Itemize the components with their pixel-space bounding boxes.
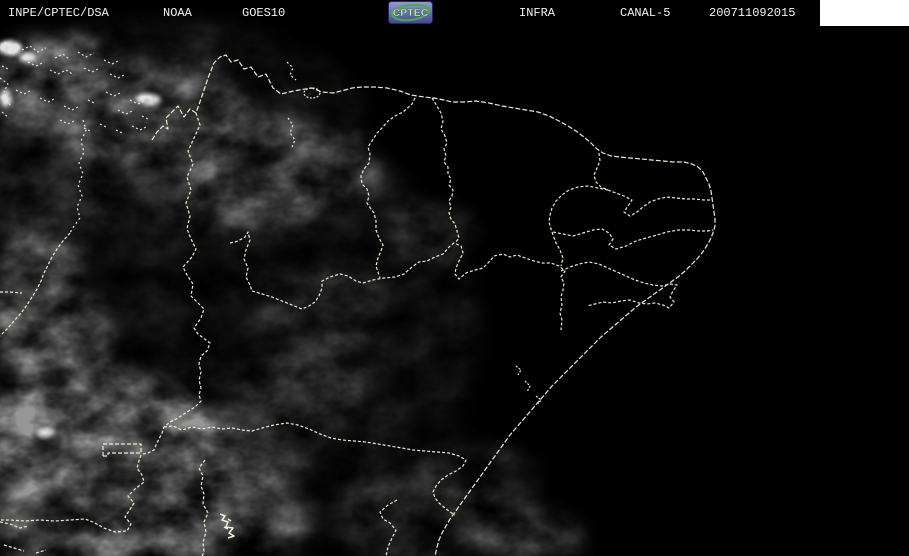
header-channel-label: CANAL-5 (620, 6, 671, 20)
cptec-logo: CPTEC (388, 1, 433, 24)
header-org-label: INPE/CPTEC/DSA (8, 6, 109, 20)
blank-overlay-patch (820, 0, 909, 26)
header-datetime-label: 200711092015 (709, 6, 796, 20)
header-satellite-label: GOES10 (242, 6, 286, 20)
header-band-label: INFRA (519, 6, 556, 20)
header-agency-label: NOAA (163, 6, 192, 20)
satellite-image-viewer: INPE/CPTEC/DSA NOAA GOES10 INFRA CANAL-5… (0, 0, 909, 556)
satellite-map (0, 0, 909, 556)
cptec-logo-text: CPTEC (393, 7, 429, 19)
